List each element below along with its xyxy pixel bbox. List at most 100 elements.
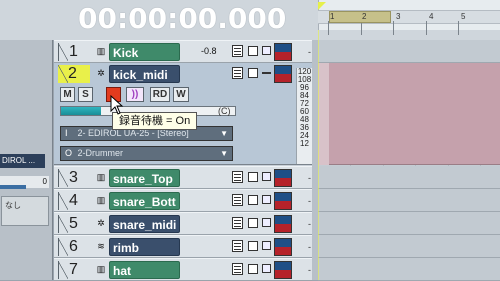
window-icon[interactable]: [248, 172, 258, 182]
read-automation-button[interactable]: RD: [150, 87, 170, 102]
midi-region[interactable]: [318, 63, 500, 165]
ruler-tick: [458, 21, 459, 35]
solo-button[interactable]: S: [78, 87, 93, 102]
device-select[interactable]: DIROL ...: [0, 154, 45, 168]
ruler-mark-5: 5: [461, 12, 466, 21]
track-number: 4: [58, 192, 90, 210]
track-name[interactable]: snare_Bott: [109, 192, 180, 210]
piano-icon: ▥: [96, 264, 106, 274]
minimize-icon[interactable]: [262, 72, 271, 74]
mixer-icon[interactable]: [232, 45, 243, 57]
ruler-tick: [393, 21, 394, 35]
ruler-mark-2: 2: [362, 12, 367, 21]
track-color-icon[interactable]: [274, 169, 292, 187]
ruler-mark-1: 1: [330, 12, 335, 21]
edit-icon[interactable]: [262, 195, 271, 204]
edit-icon[interactable]: [262, 218, 271, 227]
mixer-icon[interactable]: [232, 171, 243, 183]
window-icon[interactable]: [248, 46, 258, 56]
timeline-row[interactable]: [318, 258, 500, 281]
mouse-cursor-icon: [110, 95, 124, 115]
track-color-icon[interactable]: [274, 65, 292, 83]
track-name[interactable]: rimb: [109, 238, 180, 256]
track-row-5[interactable]: 5 ✲ snare_midi -: [54, 212, 312, 235]
track-divider: [58, 65, 68, 83]
edit-icon[interactable]: [262, 264, 271, 273]
track-number: 3: [58, 169, 90, 187]
timeline-row[interactable]: [318, 212, 500, 235]
track-name[interactable]: kick_midi: [109, 65, 180, 83]
window-icon[interactable]: [248, 241, 258, 251]
track-color-icon[interactable]: [274, 192, 292, 210]
track-name[interactable]: snare_Top: [109, 169, 180, 187]
track-color-icon[interactable]: [274, 43, 292, 61]
edit-icon[interactable]: [262, 172, 271, 181]
window-icon[interactable]: [248, 195, 258, 205]
track-number: 6: [58, 238, 90, 256]
edit-icon[interactable]: [262, 46, 271, 55]
track-color-icon[interactable]: [274, 238, 292, 256]
waveform-icon: ≋: [97, 241, 105, 251]
track-row-7[interactable]: 7 ▥ hat -: [54, 258, 312, 281]
window-icon[interactable]: [248, 264, 258, 274]
piano-icon: ▥: [96, 172, 106, 182]
mixer-icon[interactable]: [232, 67, 243, 79]
output-select[interactable]: O 2-Drummer ▼: [60, 146, 233, 161]
ruler-tick: [361, 21, 362, 35]
timeline-row[interactable]: [318, 235, 500, 258]
mixer-icon[interactable]: [232, 217, 243, 229]
mixer-icon[interactable]: [232, 263, 243, 275]
more-icon[interactable]: -: [308, 265, 311, 275]
midi-icon: ✲: [97, 218, 105, 228]
track-number: 5: [58, 215, 90, 233]
track-color-icon[interactable]: [274, 215, 292, 233]
loop-range[interactable]: [329, 11, 391, 23]
input-icon: I: [65, 128, 68, 138]
track-name[interactable]: hat: [109, 261, 180, 279]
inspector-box[interactable]: なし: [1, 196, 49, 226]
velocity-scale: 120 108 96 84 72 60 48 36 24 12: [296, 68, 312, 164]
more-icon[interactable]: -: [308, 196, 311, 206]
timeline-row[interactable]: [318, 189, 500, 212]
track-scrollbar[interactable]: [312, 40, 318, 280]
playhead-marker[interactable]: [318, 2, 326, 10]
piano-icon: ▥: [96, 195, 106, 205]
ruler-tick: [426, 21, 427, 35]
output-icon: O: [65, 148, 73, 158]
value-slider[interactable]: [0, 185, 26, 189]
mixer-icon[interactable]: [232, 194, 243, 206]
more-icon[interactable]: -: [308, 173, 311, 183]
write-automation-button[interactable]: W: [173, 87, 189, 102]
output-device-label: 2-Drummer: [77, 148, 124, 158]
tooltip: 録音待機 = On: [112, 112, 198, 130]
more-icon[interactable]: -: [308, 242, 311, 252]
more-icon[interactable]: -: [308, 47, 311, 57]
track-row-6[interactable]: 6 ≋ rimb -: [54, 235, 312, 258]
timeline-row[interactable]: [318, 166, 500, 189]
mixer-icon[interactable]: [232, 240, 243, 252]
more-icon[interactable]: -: [308, 219, 311, 229]
window-icon[interactable]: [248, 218, 258, 228]
chevron-down-icon: ▼: [220, 129, 228, 138]
ruler-mark-4: 4: [429, 12, 434, 21]
velocity-tick: 12: [300, 139, 309, 148]
time-display: 00:00:00.000: [78, 2, 287, 35]
track-number: 7: [58, 261, 90, 279]
chevron-down-icon: ▼: [220, 149, 228, 158]
track-row-3[interactable]: 3 ▥ snare_Top -: [54, 166, 312, 189]
timeline-row[interactable]: [318, 40, 500, 63]
mute-button[interactable]: M: [60, 87, 75, 102]
track-color-icon[interactable]: [274, 261, 292, 279]
edit-icon[interactable]: [262, 241, 271, 250]
window-icon[interactable]: [248, 68, 258, 78]
monitor-button[interactable]: )): [126, 87, 144, 102]
track-name[interactable]: Kick: [109, 43, 180, 61]
track-row-4[interactable]: 4 ▥ snare_Bott -: [54, 189, 312, 212]
piano-icon: ▥: [96, 46, 106, 56]
track-name[interactable]: snare_midi: [109, 215, 180, 233]
track-number: 1: [58, 43, 90, 61]
volume-fill: [61, 107, 101, 115]
inspector-box-text: なし: [5, 201, 21, 210]
playhead-line: [318, 30, 319, 280]
track-row-1[interactable]: 1 ▥ Kick -0.8 -: [54, 40, 312, 63]
